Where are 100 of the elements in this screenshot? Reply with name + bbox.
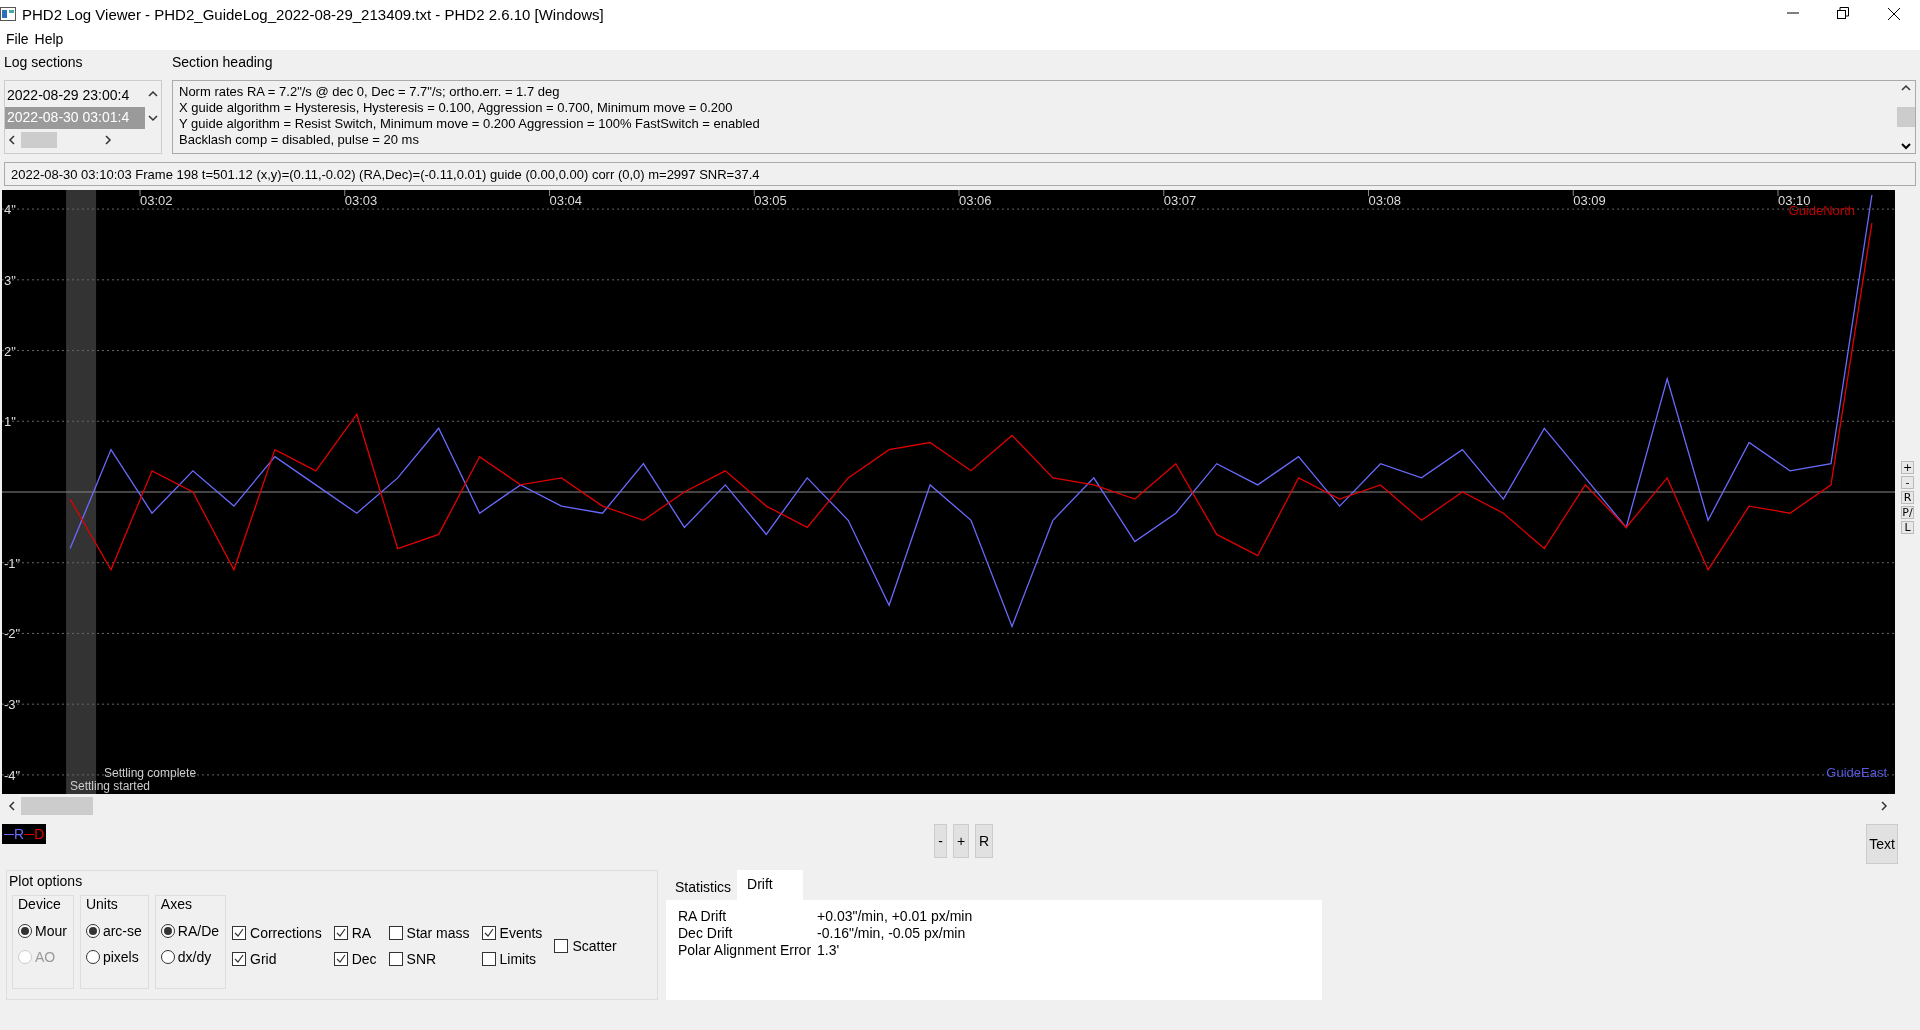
group-label: Axes: [160, 896, 193, 914]
group-label: Plot options: [9, 873, 84, 891]
scrollbar-thumb[interactable]: [21, 132, 57, 148]
checkbox[interactable]: [388, 952, 403, 966]
scroll-down-icon[interactable]: [1901, 143, 1911, 150]
guide-graph[interactable]: 4" 3" 2" 1" -1" -2" -3" -4" 03:02 03:03 03:04 03:05 03:06 03:07 03:08 03:09 03:10 GuideNorth Settling complete GuideEast Settling started: [2, 190, 1895, 794]
checkbox-label[interactable]: Grid: [250, 951, 277, 967]
radio-label[interactable]: pixels: [102, 949, 139, 965]
graph-button[interactable]: L: [1901, 520, 1914, 534]
checkbox[interactable]: [388, 926, 403, 940]
text-line: Y guide algorithm = Resist Switch, Minimum move = 0.200 Aggression = 100% FastSwitch = enabled: [179, 116, 761, 132]
axis-label: -2": [4, 626, 21, 642]
graph-button[interactable]: P/: [1901, 505, 1914, 519]
axis-label: 03:08: [1368, 193, 1402, 208]
radio-label[interactable]: dx/dy: [177, 949, 212, 965]
checkbox-label[interactable]: Events: [499, 925, 543, 941]
axis-label: -3": [4, 697, 21, 713]
drift-value: 1.3': [817, 942, 841, 959]
drift-label: RA Drift: [678, 908, 728, 925]
drift-value: +0.03"/min, +0.01 px/min: [817, 908, 974, 925]
axis-label: 03:02: [140, 193, 173, 208]
graph-button[interactable]: -: [1901, 475, 1914, 489]
text-line: Backlash comp = disabled, pulse = 20 ms: [179, 132, 420, 148]
graph-button[interactable]: R: [1901, 490, 1914, 504]
legend-entry: D: [24, 826, 45, 842]
text-button[interactable]: Text: [1866, 824, 1898, 864]
window-title: PHD2 Log Viewer - PHD2_GuideLog_2022-08-29_213409.txt - PHD2 2.6.10 [Windows]: [22, 5, 605, 23]
radio-label[interactable]: arc-se: [102, 923, 142, 939]
axis-label: 03:04: [549, 193, 583, 208]
scroll-up-icon[interactable]: [148, 90, 158, 97]
checkbox[interactable]: [232, 952, 247, 966]
axis-label: -1": [4, 555, 21, 571]
radio-button[interactable]: [160, 924, 175, 938]
menu-item[interactable]: Help: [32, 31, 68, 47]
group-label: Section heading: [172, 54, 274, 72]
drift-value: -0.16"/min, -0.05 px/min: [817, 925, 967, 942]
radio-label[interactable]: Mour: [35, 923, 67, 939]
scroll-left-icon[interactable]: [8, 801, 15, 811]
axis-label: -4": [4, 767, 21, 783]
checkbox-label[interactable]: SNR: [406, 951, 437, 967]
checkbox[interactable]: [481, 952, 496, 966]
axis-label: 03:05: [754, 193, 787, 208]
checkbox-label[interactable]: Limits: [499, 951, 537, 967]
checkbox-label[interactable]: RA: [351, 925, 372, 941]
axis-label: 03:03: [344, 193, 378, 208]
event-label: Settling started: [70, 779, 151, 793]
direction-label: GuideEast: [1826, 765, 1887, 780]
radio-button[interactable]: [85, 950, 100, 964]
axis-label: 4": [4, 202, 16, 218]
text-line: X guide algorithm = Hysteresis, Hysteresis = 0.100, Aggression = 0.700, Minimum move = 0.200: [179, 100, 734, 116]
group-label: Units: [85, 896, 119, 914]
scrollbar-thumb[interactable]: [1897, 107, 1915, 127]
zoom-button[interactable]: R: [975, 824, 994, 858]
zoom-button[interactable]: -: [934, 824, 947, 858]
check-icon: [334, 927, 347, 939]
checkbox-label[interactable]: Star mass: [406, 925, 470, 941]
checkbox[interactable]: [333, 926, 348, 940]
checkbox-label[interactable]: Corrections: [250, 925, 322, 941]
scroll-right-icon[interactable]: [1881, 801, 1888, 811]
tab[interactable]: Drift: [737, 870, 803, 900]
axis-label: 03:06: [959, 193, 992, 208]
group-label: Device: [18, 896, 62, 914]
checkbox-label[interactable]: Dec: [351, 951, 377, 967]
event-label: Settling complete: [104, 766, 197, 780]
check-icon: [233, 953, 246, 965]
axis-label: 2": [4, 343, 16, 359]
checkbox[interactable]: [232, 926, 247, 940]
section-heading-text-area[interactable]: [172, 80, 1916, 154]
log-section-list[interactable]: 2022-08-29 23:00:4 2022-08-30 03:01:4: [4, 80, 162, 154]
graph-button[interactable]: +: [1901, 460, 1914, 474]
radio-button[interactable]: [160, 950, 175, 964]
close-icon[interactable]: [1887, 7, 1901, 21]
checkbox-label[interactable]: Scatter: [572, 938, 617, 954]
check-icon: [334, 953, 347, 965]
radio-button[interactable]: [85, 924, 100, 938]
scroll-down-icon[interactable]: [148, 115, 158, 122]
axis-label: 1": [4, 414, 16, 430]
drift-label: Dec Drift: [678, 925, 734, 942]
checkbox[interactable]: [481, 926, 496, 940]
axis-label: 03:09: [1573, 193, 1606, 208]
list-item[interactable]: 2022-08-29 23:00:4: [5, 85, 145, 107]
scroll-right-icon[interactable]: [105, 135, 112, 145]
scroll-up-icon[interactable]: [1901, 84, 1911, 91]
legend-entry: R: [4, 826, 25, 842]
menu-item[interactable]: File: [4, 31, 33, 47]
axis-label: 3": [4, 272, 16, 288]
axis-label: 03:07: [1163, 193, 1197, 208]
drift-label: Polar Alignment Error: [678, 942, 812, 959]
scrollbar-thumb[interactable]: [21, 797, 93, 815]
zoom-button[interactable]: +: [952, 824, 970, 858]
check-icon: [482, 927, 495, 939]
scroll-left-icon[interactable]: [8, 135, 15, 145]
restore-icon[interactable]: [1837, 7, 1849, 19]
checkbox[interactable]: [333, 952, 348, 966]
radio-button[interactable]: [18, 924, 32, 938]
radio-label[interactable]: RA/De: [177, 923, 220, 939]
group-label: Log sections: [4, 54, 84, 72]
text-line: Norm rates RA = 7.2"/s @ dec 0, Dec = 7.7"/s; ortho.err. = 1.7 deg: [179, 84, 561, 100]
checkbox[interactable]: [554, 939, 569, 953]
check-icon: [233, 927, 246, 939]
